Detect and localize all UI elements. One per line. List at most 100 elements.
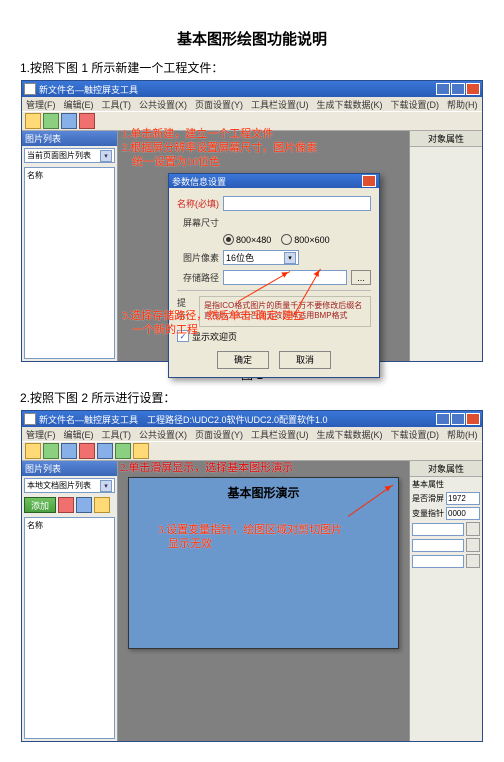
toolbar-open-icon[interactable] (43, 443, 59, 459)
property-panel: 对象属性 (409, 131, 482, 361)
toolbar-icon[interactable] (133, 443, 149, 459)
remove-button[interactable] (58, 497, 74, 513)
menu-item[interactable]: 公共设置(X) (139, 428, 187, 441)
canvas-area: 基本图形演示 2.单击滑屏显示，选择基本图形演示 3.设置变量指针，绘图区域对剪… (118, 461, 409, 741)
toolbar-save-icon[interactable] (61, 113, 77, 129)
chevron-down-icon: ▾ (284, 252, 296, 264)
cancel-button[interactable]: 取消 (279, 351, 331, 369)
toolbar-save-icon[interactable] (61, 443, 77, 459)
menu-item[interactable]: 工具(T) (102, 428, 132, 441)
menu-item[interactable]: 编辑(E) (64, 98, 94, 111)
panel-title: 图片列表 (22, 461, 117, 476)
annotation-3a: 3.选择存储路径，然后单击"确定"建立 (122, 309, 304, 323)
list-header: 名称 (27, 520, 112, 531)
menu-item[interactable]: 工具栏设置(U) (251, 98, 309, 111)
menu-item[interactable]: 公共设置(X) (139, 98, 187, 111)
minimize-button[interactable] (436, 83, 450, 95)
menu-item[interactable]: 工具栏设置(U) (251, 428, 309, 441)
list-header: 名称 (27, 170, 112, 181)
tool-button[interactable] (76, 497, 92, 513)
ok-button[interactable]: 确定 (217, 351, 269, 369)
chevron-down-icon: ▾ (100, 150, 112, 162)
dialog-titlebar: 参数信息设置 (169, 174, 379, 188)
menubar: 管理(F) 编辑(E) 工具(T) 公共设置(X) 页面设置(Y) 工具栏设置(… (22, 427, 482, 441)
property-panel: 对象属性 基本属性 是否滑屏 1972 变量指针 0000 (409, 461, 482, 741)
menu-item[interactable]: 编辑(E) (64, 428, 94, 441)
prop-btn[interactable] (466, 538, 480, 552)
menu-item[interactable]: 页面设置(Y) (195, 98, 243, 111)
radio-800x480[interactable]: 800×480 (223, 234, 271, 245)
prop-input[interactable] (412, 555, 464, 568)
annotation-1: 1.单击新建，建立一个工程文件 (122, 127, 273, 141)
image-list-dropdown[interactable]: 当前页面图片列表 ▾ (24, 148, 115, 163)
divider (177, 290, 371, 291)
window-title: 新文件名—触控屏支工具 (39, 83, 138, 96)
maximize-button[interactable] (451, 413, 465, 425)
label-pixel: 图片像素 (177, 251, 219, 264)
radio-label: 800×480 (236, 235, 271, 245)
toolbar-icon[interactable] (97, 443, 113, 459)
menu-item[interactable]: 帮助(H) (447, 428, 478, 441)
screen-preview[interactable]: 基本图形演示 (128, 477, 399, 649)
annotation-3b: 显示无效 (168, 537, 212, 551)
menu-item[interactable]: 工具(T) (102, 98, 132, 111)
menu-item[interactable]: 管理(F) (26, 428, 56, 441)
tool-button[interactable] (94, 497, 110, 513)
prop-label: 基本属性 (412, 479, 444, 490)
menu-item[interactable]: 下载设置(D) (391, 98, 440, 111)
image-list-panel: 图片列表 本地文档图片列表 ▾ 添加 名称 (22, 461, 118, 741)
toolbar-del-icon[interactable] (79, 113, 95, 129)
prop-label: 变量指针 (412, 508, 444, 519)
prop-btn[interactable] (466, 554, 480, 568)
prop-input[interactable] (412, 523, 464, 536)
name-input[interactable] (223, 196, 371, 211)
select-value: 16位色 (226, 251, 254, 264)
label-screen-size: 屏幕尺寸 (177, 216, 219, 229)
image-list-dropdown[interactable]: 本地文档图片列表 ▾ (24, 478, 115, 493)
add-button[interactable]: 添加 (24, 497, 56, 513)
radio-icon (281, 234, 292, 245)
menu-item[interactable]: 下载设置(D) (391, 428, 440, 441)
prop-input[interactable]: 0000 (446, 507, 480, 520)
radio-800x600[interactable]: 800×600 (281, 234, 329, 245)
toolbar-new-icon[interactable] (25, 443, 41, 459)
menu-item[interactable]: 帮助(H) (447, 98, 478, 111)
close-button[interactable] (466, 83, 480, 95)
window-title: 新文件名—触控屏支工具 工程路径D:\UDC2.0软件\UDC2.0配置软件1.… (39, 413, 328, 426)
annotation-2: 2.单击滑屏显示，选择基本图形演示 (120, 461, 293, 475)
label-name: 名称(必填) (177, 197, 219, 210)
property-panel-title: 对象属性 (410, 461, 482, 477)
new-project-dialog: 参数信息设置 名称(必填) 屏幕尺寸 800×480 (168, 173, 380, 378)
titlebar: 新文件名—触控屏支工具 (22, 81, 482, 97)
prop-input[interactable] (412, 539, 464, 552)
toolbar-icon[interactable] (115, 443, 131, 459)
menu-item[interactable]: 生成下载数据(K) (317, 98, 383, 111)
checkbox-label: 显示欢迎页 (192, 330, 237, 343)
property-panel-title: 对象属性 (410, 131, 482, 147)
step-1-text: 1.按照下图 1 所示新建一个工程文件： (20, 59, 484, 76)
annotation-3b: 一个新的工程 (132, 323, 198, 337)
menu-item[interactable]: 页面设置(Y) (195, 428, 243, 441)
toolbar-new-icon[interactable] (25, 113, 41, 129)
minimize-button[interactable] (436, 413, 450, 425)
prop-btn[interactable] (466, 522, 480, 536)
menu-item[interactable]: 生成下载数据(K) (317, 428, 383, 441)
dialog-close-button[interactable] (362, 175, 376, 187)
image-list-panel: 图片列表 当前页面图片列表 ▾ 名称 (22, 131, 118, 361)
toolbar-open-icon[interactable] (43, 113, 59, 129)
app-icon (24, 83, 36, 95)
radio-label: 800×600 (294, 235, 329, 245)
label-path: 存储路径 (177, 271, 219, 284)
prop-input[interactable]: 1972 (446, 492, 480, 505)
screen-title: 基本图形演示 (129, 484, 398, 501)
radio-icon (223, 234, 234, 245)
pixel-select[interactable]: 16位色 ▾ (223, 250, 299, 265)
browse-button[interactable]: ... (351, 270, 371, 285)
annotation-3a: 3.设置变量指针，绘图区域对剪切图片 (158, 523, 342, 537)
image-list: 名称 (24, 167, 115, 359)
menu-item[interactable]: 管理(F) (26, 98, 56, 111)
prop-label: 是否滑屏 (412, 493, 444, 504)
maximize-button[interactable] (451, 83, 465, 95)
close-button[interactable] (466, 413, 480, 425)
toolbar-del-icon[interactable] (79, 443, 95, 459)
